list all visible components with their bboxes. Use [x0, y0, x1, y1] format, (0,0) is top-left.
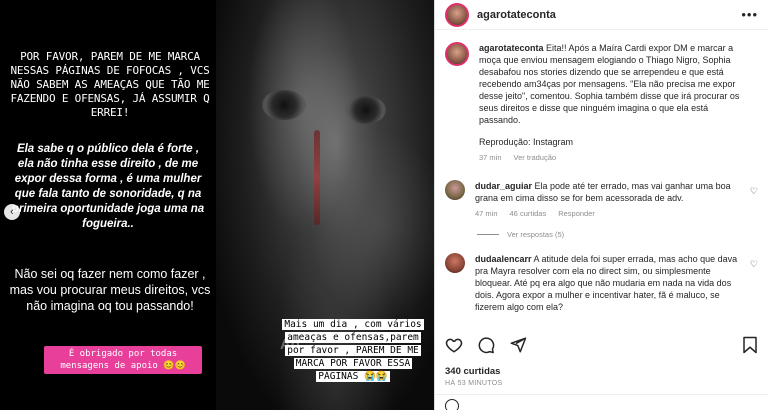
avatar[interactable]: [445, 180, 465, 200]
share-icon[interactable]: [509, 336, 527, 359]
translate-link[interactable]: Ver tradução: [514, 152, 557, 164]
story-caption: Mais um dia , com vários ameaças e ofens…: [276, 318, 430, 383]
more-options-icon[interactable]: •••: [741, 7, 758, 22]
likes-count[interactable]: 340 curtidas: [445, 366, 500, 377]
post-viewer: POR FAVOR, PAREM DE ME MARCA NESSAS PÁGI…: [0, 0, 768, 410]
comment-body: dudaalencarr A atitude dela foi super er…: [475, 253, 758, 313]
caption-username[interactable]: agarotateconta: [479, 43, 544, 53]
replies-divider: [477, 234, 499, 235]
story-text-middle: Ela sabe q o público dela é forte , ela …: [11, 143, 205, 230]
comment-username[interactable]: dudaalencarr: [475, 254, 532, 264]
view-replies-label[interactable]: Ver respostas (5): [507, 230, 564, 239]
post-username[interactable]: agarotateconta: [477, 9, 556, 21]
comments-list[interactable]: agarotateconta Eita!! Após a Maíra Cardi…: [435, 36, 768, 320]
reply-link[interactable]: Responder: [558, 208, 595, 220]
comment-likes[interactable]: 46 curtidas: [510, 208, 547, 220]
emoji-icon[interactable]: [445, 399, 459, 410]
avatar[interactable]: [445, 253, 465, 273]
caption-meta: 37 min Ver tradução: [479, 152, 744, 164]
post-header: agarotateconta •••: [435, 0, 768, 30]
comment-meta: 47 min 46 curtidas Responder: [475, 208, 744, 220]
comment-time: 47 min: [475, 209, 498, 218]
comment-username[interactable]: dudar_aguiar: [475, 181, 532, 191]
caption-time: 37 min: [479, 153, 502, 162]
post-caption: agarotateconta Eita!! Após a Maíra Cardi…: [445, 42, 758, 164]
action-bar: [445, 336, 758, 358]
eye-shape: [346, 96, 386, 124]
save-icon[interactable]: [742, 336, 758, 359]
comment-body: dudar_aguiar Ela pode até ter errado, ma…: [475, 180, 758, 220]
tear-mark: [314, 130, 320, 225]
caption-text: Eita!! Após a Maíra Cardi expor DM e mar…: [479, 43, 740, 125]
avatar[interactable]: [445, 42, 469, 66]
like-icon[interactable]: [445, 336, 463, 359]
divider: [435, 394, 768, 395]
eye-shape: [262, 90, 306, 120]
story-text-bottom: Não sei oq fazer nem como fazer , mas vo…: [9, 267, 211, 313]
post-media: POR FAVOR, PAREM DE ME MARCA NESSAS PÁGI…: [0, 0, 434, 410]
heart-icon[interactable]: ♡: [750, 186, 758, 197]
heart-icon[interactable]: ♡: [750, 259, 758, 270]
post-timestamp: HÁ 53 MINUTOS: [445, 380, 503, 387]
caption-body: agarotateconta Eita!! Após a Maíra Cardi…: [479, 42, 758, 164]
previous-arrow-icon[interactable]: ‹: [4, 204, 20, 220]
caption-reproduction: Reprodução: Instagram: [479, 137, 574, 147]
story-pill-text: É obrigado por todas mensagens de apoio …: [44, 346, 202, 374]
comment: dudaalencarr A atitude dela foi super er…: [445, 253, 758, 313]
story-caption-text: Mais um dia , com vários ameaças e ofens…: [282, 319, 424, 382]
post-side-panel: agarotateconta ••• agarotateconta Eita!!…: [434, 0, 768, 410]
comment-icon[interactable]: [477, 336, 495, 359]
story-text-top: POR FAVOR, PAREM DE ME MARCA NESSAS PÁGI…: [10, 50, 210, 119]
comment: dudar_aguiar Ela pode até ter errado, ma…: [445, 180, 758, 220]
avatar[interactable]: [445, 2, 469, 27]
view-replies[interactable]: Ver respostas (5): [477, 230, 758, 239]
